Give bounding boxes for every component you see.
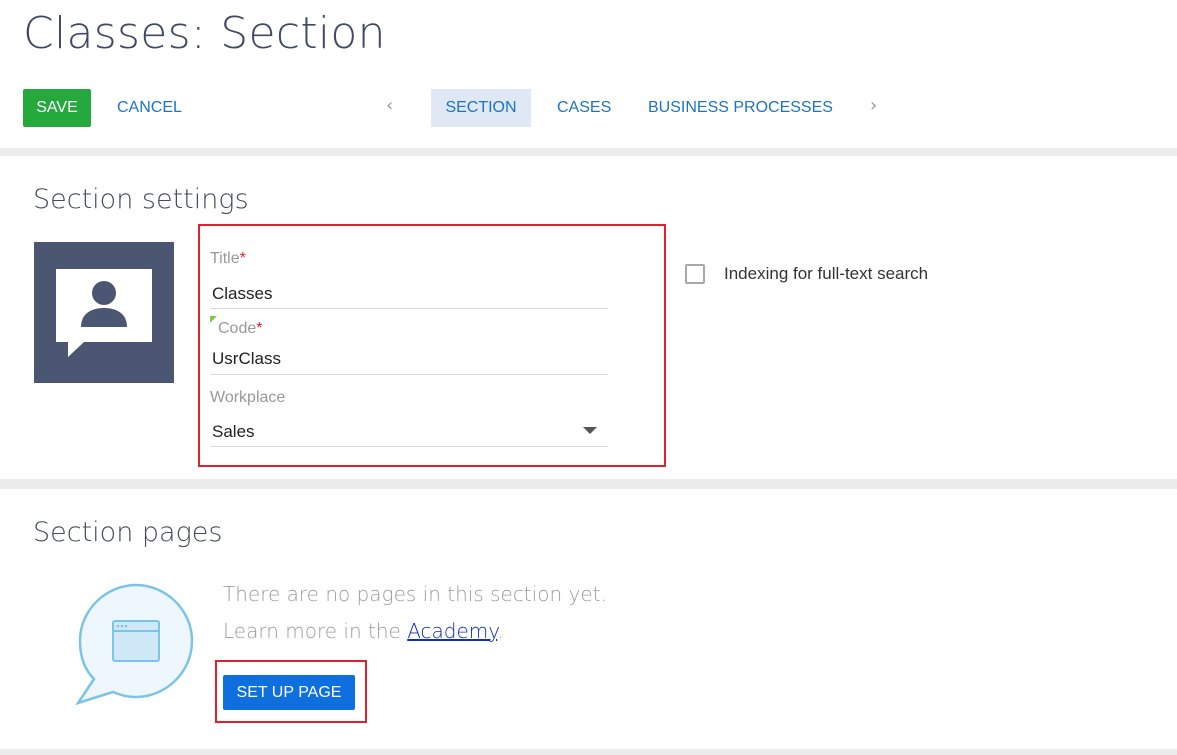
empty-pages-message: There are no pages in this section yet. xyxy=(223,582,607,606)
code-indicator xyxy=(210,316,217,323)
save-button[interactable]: SAVE xyxy=(23,89,91,127)
title-field[interactable]: Classes xyxy=(212,284,272,304)
code-field[interactable]: UsrClass xyxy=(212,349,281,369)
set-up-page-button[interactable]: SET UP PAGE xyxy=(223,675,355,710)
section-pages-panel: Section pages There are no pages in this… xyxy=(0,489,1177,749)
tab-cases[interactable]: CASES xyxy=(543,89,625,127)
chevron-right-icon[interactable]: › xyxy=(870,95,877,116)
title-label: Title* xyxy=(210,250,246,267)
browser-window-speech-bubble-icon xyxy=(74,581,198,711)
code-underline xyxy=(210,374,608,375)
tab-label: BUSINESS PROCESSES xyxy=(648,99,833,116)
indexing-checkbox[interactable] xyxy=(685,264,705,284)
chevron-down-icon[interactable] xyxy=(583,427,597,434)
learn-more-text: Learn more in the Academy. xyxy=(223,619,504,643)
title-underline xyxy=(210,308,608,309)
page-title: Classes: Section xyxy=(23,8,386,59)
code-label: Code* xyxy=(218,320,263,337)
indexing-checkbox-label[interactable]: Indexing for full-text search xyxy=(724,264,928,284)
cancel-button[interactable]: CANCEL xyxy=(108,89,191,127)
tab-section[interactable]: SECTION xyxy=(431,89,531,127)
academy-link[interactable]: Academy xyxy=(407,619,497,643)
page-header: Classes: Section SAVE CANCEL ‹ SECTION C… xyxy=(0,0,1177,148)
person-speech-bubble-icon[interactable] xyxy=(34,242,174,383)
chevron-left-icon[interactable]: ‹ xyxy=(386,95,393,116)
tab-label: SECTION xyxy=(445,99,517,116)
workplace-underline xyxy=(210,446,608,447)
tab-business-processes[interactable]: BUSINESS PROCESSES xyxy=(634,89,847,127)
section-settings-panel: Section settings Title* Classes Code* Us… xyxy=(0,156,1177,479)
workplace-select[interactable]: Sales xyxy=(212,422,255,442)
section-pages-heading: Section pages xyxy=(33,517,223,548)
tab-label: CASES xyxy=(557,99,612,116)
workplace-label: Workplace xyxy=(210,389,286,406)
section-settings-heading: Section settings xyxy=(33,184,249,215)
